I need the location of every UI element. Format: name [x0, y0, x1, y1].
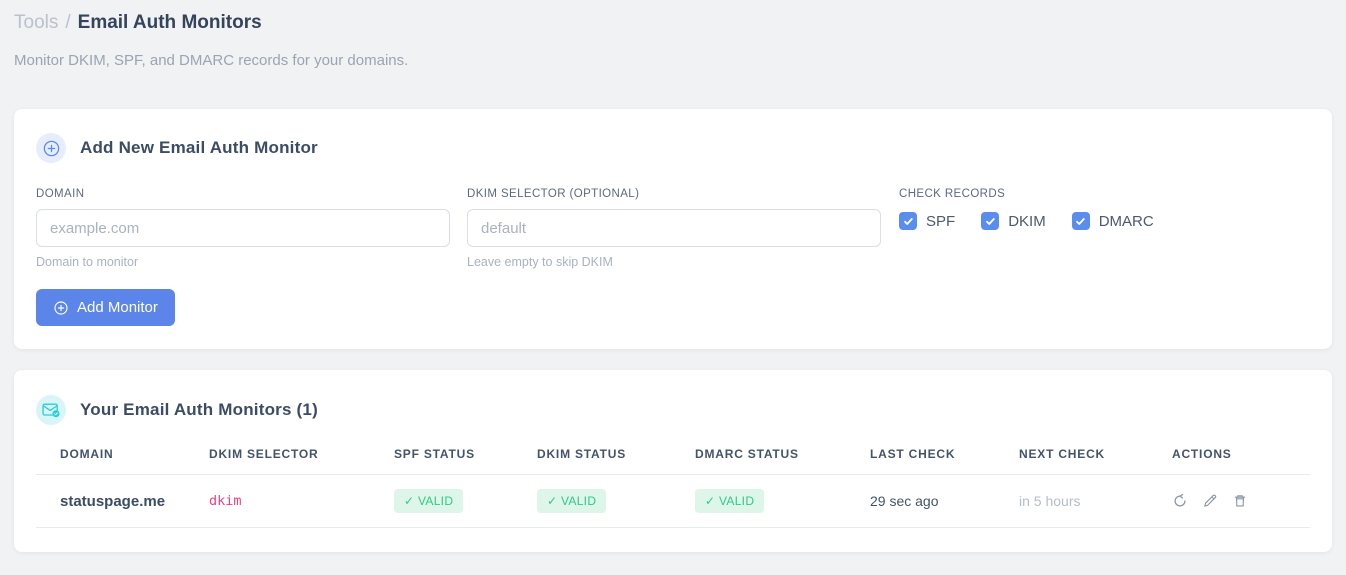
- dkim-selector-field-label: DKIM SELECTOR (OPTIONAL): [467, 188, 640, 200]
- monitors-table-wrap: DOMAIN DKIM SELECTOR SPF STATUS DKIM STA…: [36, 447, 1310, 528]
- monitors-card: Your Email Auth Monitors (1) DOMAIN DKIM…: [14, 370, 1332, 552]
- monitor-next-check: in 5 hours: [1019, 474, 1172, 528]
- check-records-label: CHECK RECORDS: [899, 188, 1006, 200]
- edit-button[interactable]: [1202, 493, 1218, 509]
- monitors-card-title: Your Email Auth Monitors (1): [80, 400, 318, 419]
- domain-field-hint: Domain to monitor: [36, 255, 139, 269]
- checkbox-checked-icon: [1071, 212, 1090, 230]
- checkbox-checked-icon: [899, 212, 917, 230]
- pencil-icon: [1202, 493, 1218, 509]
- breadcrumb-tools-link[interactable]: Tools: [14, 12, 58, 33]
- domain-field-group: DOMAIN Domain to monitor: [36, 188, 450, 269]
- checkbox-dkim-label: DKIM: [1008, 212, 1046, 230]
- refresh-button[interactable]: [1172, 493, 1188, 509]
- checkbox-spf[interactable]: SPF: [899, 212, 955, 230]
- column-header-dkim-status: DKIM STATUS: [537, 447, 695, 475]
- monitor-last-check: 29 sec ago: [870, 474, 1019, 528]
- add-monitor-card-title: Add New Email Auth Monitor: [80, 138, 318, 157]
- plus-circle-icon: [53, 300, 69, 316]
- column-header-dkim-selector: DKIM SELECTOR: [209, 447, 394, 475]
- dkim-selector-field-hint: Leave empty to skip DKIM: [467, 255, 613, 269]
- checkbox-checked-icon: [981, 212, 1000, 230]
- domain-field-label: DOMAIN: [36, 188, 85, 200]
- checkbox-dkim[interactable]: DKIM: [981, 212, 1046, 230]
- delete-button[interactable]: [1232, 493, 1248, 509]
- dkim-selector-input[interactable]: [467, 209, 881, 247]
- row-actions: [1172, 493, 1302, 509]
- breadcrumb-separator: /: [65, 12, 71, 33]
- add-monitor-card: Add New Email Auth Monitor DOMAIN Domain…: [14, 109, 1332, 349]
- add-monitor-button-label: Add Monitor: [77, 299, 158, 316]
- dmarc-status-badge: ✓ VALID: [695, 489, 765, 513]
- email-auth-monitors-page: Tools / Email Auth Monitors Monitor DKIM, …: [0, 0, 1346, 552]
- spf-status-badge: ✓ VALID: [394, 489, 464, 513]
- monitors-card-header: Your Email Auth Monitors (1): [36, 395, 1310, 425]
- column-header-actions: ACTIONS: [1172, 447, 1310, 475]
- column-header-spf-status: SPF STATUS: [394, 447, 537, 475]
- checkbox-dmarc-label: DMARC: [1098, 212, 1154, 230]
- page-title: Email Auth Monitors: [77, 12, 262, 33]
- checkbox-spf-label: SPF: [926, 212, 956, 230]
- add-monitor-form: DOMAIN Domain to monitor DKIM SELECTOR (…: [36, 188, 1310, 269]
- monitor-dkim-selector: dkim: [209, 474, 394, 528]
- check-records-options: SPF DKIM DMARC: [899, 212, 1154, 230]
- check-records-group: CHECK RECORDS SPF DKIM DMARC: [898, 188, 1154, 269]
- monitors-table: DOMAIN DKIM SELECTOR SPF STATUS DKIM STA…: [36, 447, 1310, 528]
- add-monitor-button[interactable]: Add Monitor: [36, 289, 175, 326]
- add-monitor-card-header: Add New Email Auth Monitor: [36, 133, 1310, 163]
- column-header-dmarc-status: DMARC STATUS: [695, 447, 870, 475]
- checkbox-dmarc[interactable]: DMARC: [1071, 212, 1154, 230]
- monitor-domain: statuspage.me: [36, 474, 209, 528]
- table-row: statuspage.me dkim ✓ VALID ✓ VALID ✓ VAL…: [36, 474, 1310, 528]
- breadcrumb: Tools / Email Auth Monitors: [14, 0, 1332, 35]
- domain-input[interactable]: [36, 209, 450, 247]
- refresh-icon: [1172, 493, 1188, 509]
- page-subtitle: Monitor DKIM, SPF, and DMARC records for…: [14, 52, 409, 69]
- column-header-next-check: NEXT CHECK: [1019, 447, 1172, 475]
- plus-circle-icon: [36, 133, 66, 163]
- table-header-row: DOMAIN DKIM SELECTOR SPF STATUS DKIM STA…: [36, 447, 1310, 475]
- trash-icon: [1232, 493, 1248, 509]
- column-header-domain: DOMAIN: [36, 447, 209, 475]
- dkim-selector-field-group: DKIM SELECTOR (OPTIONAL) Leave empty to …: [467, 188, 881, 269]
- column-header-last-check: LAST CHECK: [870, 447, 1019, 475]
- envelope-check-icon: [36, 395, 66, 425]
- dkim-status-badge: ✓ VALID: [537, 489, 607, 513]
